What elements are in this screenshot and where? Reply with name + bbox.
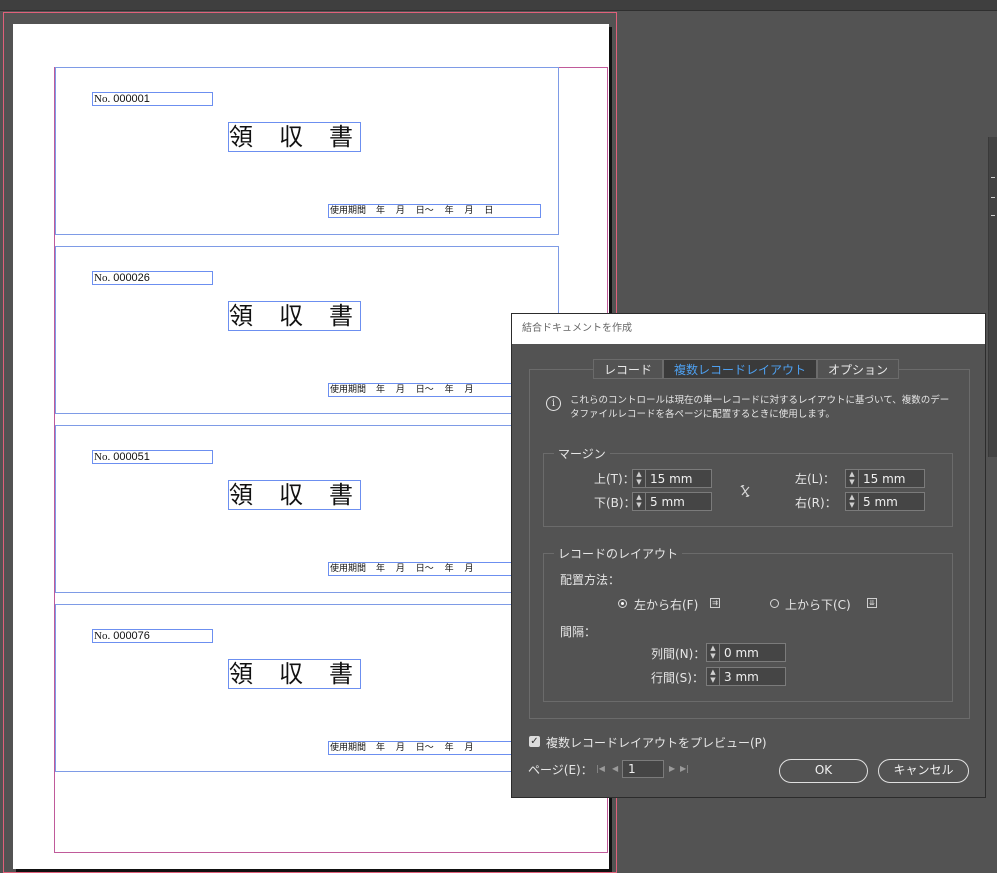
panel-edge-tick <box>991 215 995 216</box>
tab-bar: レコード 複数レコードレイアウト オプション <box>593 359 900 379</box>
record-frame[interactable]: No.000001 領収書 使用期間年 月 日～ 年 月 日 <box>55 67 559 235</box>
preview-label[interactable]: 複数レコードレイアウトをプレビュー(P) <box>546 734 767 751</box>
bottom-margin-field[interactable]: ▲ ▼ 5 mm <box>632 492 712 511</box>
create-merged-document-dialog: 結合ドキュメントを作成 レコード 複数レコードレイアウト オプション i これら… <box>511 313 986 798</box>
left-margin-label: 左(L)： <box>795 472 836 486</box>
page-label: ページ(E)： <box>528 763 593 777</box>
record-layout-legend: レコードのレイアウト <box>554 545 683 562</box>
top-to-bottom-label[interactable]: 上から下(C) <box>785 596 851 613</box>
record-frame[interactable]: No.000026 領収書 使用期間年 月 日～ 年 月 <box>55 246 559 414</box>
row-spacing-value: 3 mm <box>724 669 759 684</box>
margin-legend: マージン <box>554 445 610 462</box>
panel-edge-tick <box>991 177 995 178</box>
receipt-title-frame[interactable]: 領収書 <box>228 301 361 331</box>
panel-edge-tick <box>991 197 995 198</box>
record-number-frame[interactable]: No. 000076 <box>92 629 213 643</box>
usage-period-dates: 年 月 日～ 年 月 <box>376 743 474 753</box>
column-spacing-field[interactable]: ▲ ▼ 0 mm <box>706 643 786 662</box>
pasteboard-top-bar <box>0 0 997 11</box>
stepper-arrows-icon[interactable]: ▲ ▼ <box>707 668 720 685</box>
record-number-frame[interactable]: No. 000051 <box>92 450 213 464</box>
receipt-title: 領収書 <box>229 481 353 509</box>
link-chain-icon[interactable] <box>739 484 751 498</box>
receipt-title-frame[interactable]: 領収書 <box>228 480 361 510</box>
spacing-label: 間隔： <box>560 625 597 639</box>
record-number-value: 000026 <box>113 272 150 284</box>
collapsed-panel-edge[interactable] <box>988 137 997 457</box>
radio-top-to-bottom[interactable] <box>770 599 779 608</box>
tab-multiple-record-layout[interactable]: 複数レコードレイアウト <box>663 359 818 379</box>
receipt-title: 領収書 <box>229 660 353 688</box>
bottom-margin-label: 下(B)： <box>594 496 636 510</box>
stepper-arrows-icon[interactable]: ▲ ▼ <box>707 644 720 661</box>
usage-period-dates: 年 月 日～ 年 月 <box>376 385 474 395</box>
usage-period-label: 使用期間 <box>330 385 367 395</box>
left-margin-value: 15 mm <box>863 471 906 486</box>
radio-left-to-right[interactable] <box>618 599 627 608</box>
ok-button[interactable]: OK <box>779 759 868 783</box>
record-number-label: No. <box>94 451 111 463</box>
receipt-title-frame[interactable]: 領収書 <box>228 659 361 689</box>
page-number-input[interactable]: 1 <box>622 760 664 778</box>
receipt-title-frame[interactable]: 領収書 <box>228 122 361 152</box>
previous-page-icon[interactable]: ◀ <box>612 764 618 773</box>
right-margin-field[interactable]: ▲ ▼ 5 mm <box>845 492 925 511</box>
row-spacing-label: 行間(S)： <box>651 671 704 685</box>
usage-period-label: 使用期間 <box>330 564 367 574</box>
first-page-icon[interactable]: |◀ <box>596 764 605 773</box>
left-to-right-label[interactable]: 左から右(F) <box>634 596 698 613</box>
column-spacing-value: 0 mm <box>724 645 759 660</box>
record-number-label: No. <box>94 630 111 642</box>
receipt-title: 領収書 <box>229 302 353 330</box>
stepper-arrows-icon[interactable]: ▲ ▼ <box>633 493 646 510</box>
record-number-frame[interactable]: No. 000026 <box>92 271 213 285</box>
cancel-button[interactable]: キャンセル <box>878 759 969 783</box>
record-number-frame[interactable]: No. 000001 <box>92 92 213 106</box>
record-frame[interactable]: No.000076 領収書 使用期間年 月 日～ 年 月 <box>55 604 559 772</box>
record-frame[interactable]: No.000051 領収書 使用期間年 月 日～ 年 月 <box>55 425 559 593</box>
bottom-margin-value: 5 mm <box>650 494 685 509</box>
top-to-bottom-order-icon: ⇊ <box>867 598 877 608</box>
record-number-label: No. <box>94 272 111 284</box>
right-margin-value: 5 mm <box>863 494 898 509</box>
left-to-right-order-icon: ⇉ <box>710 598 720 608</box>
usage-period-label: 使用期間 <box>330 206 367 216</box>
stepper-arrows-icon[interactable]: ▲ ▼ <box>846 470 859 487</box>
stepper-arrows-icon[interactable]: ▲ ▼ <box>846 493 859 510</box>
usage-period-dates: 年 月 日～ 年 月 日 <box>376 206 494 216</box>
info-text: これらのコントロールは現在の単一レコードに対するレイアウトに基づいて、複数のデー… <box>570 395 950 420</box>
usage-period-frame[interactable]: 使用期間年 月 日～ 年 月 <box>328 562 541 576</box>
top-margin-field[interactable]: ▲ ▼ 15 mm <box>632 469 712 488</box>
receipt-title: 領収書 <box>229 123 353 151</box>
usage-period-frame[interactable]: 使用期間年 月 日～ 年 月 日 <box>328 204 541 218</box>
record-number-value: 000001 <box>113 93 150 105</box>
dialog-title[interactable]: 結合ドキュメントを作成 <box>512 314 985 344</box>
record-number-label: No. <box>94 93 111 105</box>
usage-period-frame[interactable]: 使用期間年 月 日～ 年 月 <box>328 741 541 755</box>
top-margin-value: 15 mm <box>650 471 693 486</box>
placement-label: 配置方法： <box>560 573 621 587</box>
record-number-value: 000051 <box>113 451 150 463</box>
row-spacing-field[interactable]: ▲ ▼ 3 mm <box>706 667 786 686</box>
stepper-arrows-icon[interactable]: ▲ ▼ <box>633 470 646 487</box>
column-spacing-label: 列間(N)： <box>651 647 706 661</box>
last-page-icon[interactable]: ▶| <box>680 764 689 773</box>
info-icon: i <box>546 396 561 411</box>
preview-checkbox[interactable]: ✓ <box>529 736 540 747</box>
next-page-icon[interactable]: ▶ <box>669 764 675 773</box>
top-margin-label: 上(T)： <box>594 472 635 486</box>
usage-period-dates: 年 月 日～ 年 月 <box>376 564 474 574</box>
usage-period-label: 使用期間 <box>330 743 367 753</box>
usage-period-frame[interactable]: 使用期間年 月 日～ 年 月 <box>328 383 541 397</box>
record-number-value: 000076 <box>113 630 150 642</box>
left-margin-field[interactable]: ▲ ▼ 15 mm <box>845 469 925 488</box>
tab-records[interactable]: レコード <box>593 359 664 379</box>
tab-options[interactable]: オプション <box>817 359 900 379</box>
right-margin-label: 右(R)： <box>795 496 837 510</box>
